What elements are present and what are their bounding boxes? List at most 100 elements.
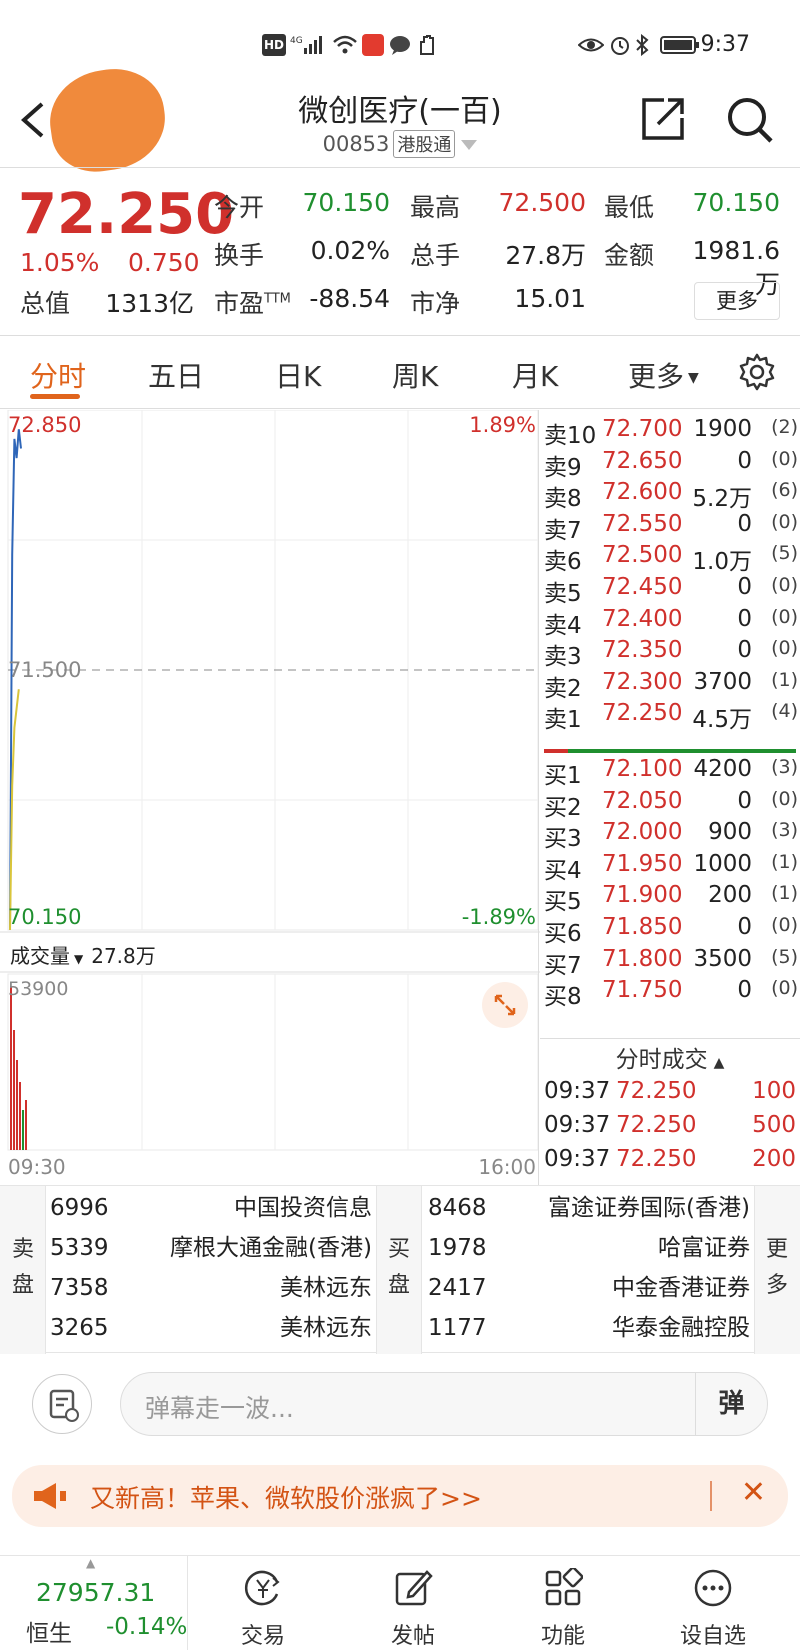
- bids-count: (0): [771, 787, 798, 810]
- nav-functions[interactable]: 功能: [488, 1556, 638, 1650]
- asks-qty: 0: [737, 605, 752, 632]
- intraday-chart[interactable]: 72.850 1.89% 71.500 70.150 -1.89% 成交量 ▼ 27…: [0, 409, 540, 1180]
- tick-qty: 200: [752, 1146, 796, 1172]
- asks-price: 72.300: [602, 668, 683, 695]
- bids-level-row[interactable]: 买5 71.900 200 (1): [544, 882, 800, 915]
- tab-more[interactable]: 更多 ▼: [628, 355, 699, 395]
- dropdown-triangle-icon: ▼: [688, 370, 699, 386]
- asks-level-row[interactable]: 卖8 72.600 5.2万 (6): [544, 479, 800, 512]
- tab-daily-k[interactable]: 日K: [275, 355, 321, 395]
- nav-post[interactable]: 发帖: [338, 1556, 488, 1650]
- bids-level-row[interactable]: 买4 71.950 1000 (1): [544, 851, 800, 884]
- buy-broker-name[interactable]: 富途证券国际(香港): [548, 1188, 750, 1228]
- time-end: 16:00: [478, 1155, 536, 1179]
- asks-level-row[interactable]: 卖1 72.250 4.5万 (4): [544, 700, 800, 733]
- asks-qty: 0: [737, 447, 752, 474]
- asks-price: 72.500: [602, 542, 683, 569]
- asks-label: 卖9: [544, 454, 582, 481]
- asks-level-row[interactable]: 卖4 72.400 0 (0): [544, 606, 800, 639]
- close-icon[interactable]: ✕: [741, 1475, 766, 1510]
- bottom-nav: ▲ 27957.31 恒生 -0.14% 交易 发帖 功能 设自选: [0, 1555, 800, 1650]
- label-pe: 市盈TTM: [214, 284, 291, 320]
- chevron-down-icon[interactable]: [461, 140, 478, 150]
- share-icon[interactable]: [640, 96, 686, 142]
- value-market-cap: 1313亿: [105, 289, 194, 318]
- index-ticker[interactable]: ▲ 27957.31 恒生 -0.14%: [0, 1556, 188, 1650]
- asks-price: 72.650: [602, 447, 683, 474]
- asks-level-row[interactable]: 卖9 72.650 0 (0): [544, 448, 800, 481]
- tab-monthly-k[interactable]: 月K: [512, 355, 558, 395]
- nav-post-label: 发帖: [390, 1624, 435, 1649]
- gear-icon[interactable]: [738, 353, 776, 391]
- alarm-icon: [608, 34, 632, 56]
- asks-qty: 0: [737, 574, 752, 600]
- asks-level-row[interactable]: 卖10 72.700 1900 (2): [544, 416, 800, 449]
- asks-qty: 3700: [693, 668, 752, 695]
- buy-broker-name[interactable]: 哈富证券: [658, 1228, 750, 1268]
- promo-banner[interactable]: 又新高！苹果、微软股价涨疯了>> ✕: [12, 1465, 788, 1527]
- edit-icon: [395, 1570, 433, 1606]
- asks-label: 卖8: [544, 486, 582, 513]
- asks-level-row[interactable]: 卖2 72.300 3700 (1): [544, 669, 800, 702]
- danmaku-toggle-button[interactable]: 弹: [695, 1373, 767, 1435]
- sell-broker-name[interactable]: 中国投资信息: [234, 1188, 372, 1228]
- value-open: 70.150: [302, 188, 390, 217]
- bids-price: 72.050: [602, 787, 683, 814]
- chevron-up-icon: ▲: [713, 1055, 725, 1071]
- banner-separator: [710, 1481, 712, 1511]
- asks-level-row[interactable]: 卖5 72.450 0 (0): [544, 574, 800, 607]
- ask-ratio-fill: [544, 749, 568, 753]
- volume-indicator-select[interactable]: 成交量 ▼ 27.8万: [10, 940, 156, 969]
- sell-broker-name[interactable]: 摩根大通金融(香港): [170, 1228, 372, 1268]
- asks-level-row[interactable]: 卖3 72.350 0 (0): [544, 637, 800, 670]
- y-axis-top: 72.850: [8, 413, 82, 437]
- value-turnover-rate: 0.02%: [310, 236, 390, 265]
- asks-qty: 5.2万: [692, 486, 752, 513]
- change-amount: 0.750: [128, 248, 200, 277]
- index-name: 恒生: [26, 1621, 72, 1647]
- yen-cycle-icon: [245, 1570, 280, 1606]
- tick-time: 09:37: [544, 1112, 611, 1138]
- nav-trade[interactable]: 交易: [188, 1556, 338, 1650]
- danmaku-input[interactable]: 弹幕走一波... 弹: [120, 1372, 768, 1436]
- bids-level-row[interactable]: 买1 72.100 4200 (3): [544, 756, 800, 789]
- bids-level-row[interactable]: 买7 71.800 3500 (5): [544, 946, 800, 979]
- expand-icon[interactable]: [482, 982, 528, 1028]
- sell-side-label-1: 卖: [11, 1237, 34, 1262]
- bids-level-row[interactable]: 买6 71.850 0 (0): [544, 914, 800, 947]
- bids-level-row[interactable]: 买8 71.750 0 (0): [544, 977, 800, 1010]
- bids-price: 71.950: [602, 850, 683, 877]
- bids-level-row[interactable]: 买3 72.000 900 (3): [544, 819, 800, 852]
- tick-time: 09:37: [544, 1078, 611, 1104]
- bids-count: (1): [771, 882, 798, 905]
- label-amount: 金额: [604, 241, 655, 270]
- more-quote-button[interactable]: 更多: [694, 282, 780, 320]
- danmaku-settings-icon[interactable]: [32, 1374, 92, 1434]
- sell-broker-name[interactable]: 美林远东: [280, 1268, 372, 1308]
- bids-level-row[interactable]: 买2 72.050 0 (0): [544, 788, 800, 821]
- asks-level-row[interactable]: 卖7 72.550 0 (0): [544, 511, 800, 544]
- divider: [540, 1038, 800, 1039]
- bids-qty: 900: [708, 819, 752, 846]
- banner-text[interactable]: 又新高！苹果、微软股价涨疯了>>: [90, 1479, 482, 1515]
- time-sales-title: 分时成交: [615, 1047, 708, 1073]
- tab-intraday[interactable]: 分时: [30, 355, 86, 395]
- nav-functions-label: 功能: [540, 1624, 585, 1649]
- bids-qty: 0: [737, 977, 752, 1004]
- bids-qty: 0: [737, 914, 752, 940]
- pct-axis-bottom: -1.89%: [461, 905, 536, 929]
- time-sales-header[interactable]: 分时成交 ▲: [540, 1040, 800, 1074]
- sell-broker-id: 3265: [50, 1315, 109, 1341]
- asks-level-row[interactable]: 卖6 72.500 1.0万 (5): [544, 542, 800, 575]
- app-icon: [362, 34, 384, 56]
- buy-side-label-2: 盘: [387, 1273, 410, 1298]
- sell-broker-name[interactable]: 美林远东: [280, 1308, 372, 1348]
- nav-watchlist[interactable]: 设自选: [638, 1556, 788, 1650]
- bids-price: 72.000: [602, 819, 683, 846]
- search-icon[interactable]: [725, 95, 775, 145]
- buy-broker-name[interactable]: 华泰金融控股: [612, 1308, 750, 1348]
- tab-five-day[interactable]: 五日: [148, 355, 204, 395]
- tab-weekly-k[interactable]: 周K: [392, 355, 438, 395]
- buy-broker-name[interactable]: 中金香港证券: [612, 1268, 750, 1308]
- stock-code: 00853: [322, 132, 390, 156]
